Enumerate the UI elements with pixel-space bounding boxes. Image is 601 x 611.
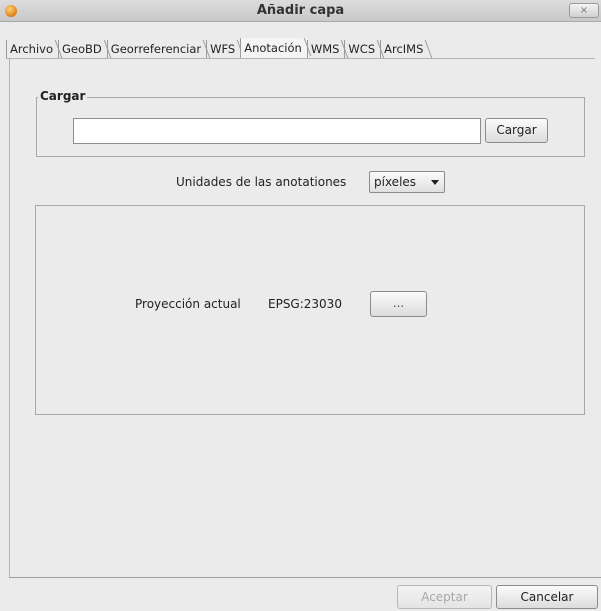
cancel-button[interactable]: Cancelar bbox=[496, 585, 598, 609]
window-title: Añadir capa bbox=[256, 3, 345, 18]
projection-value: EPSG:23030 bbox=[268, 297, 342, 311]
tab-arcims[interactable]: ArcIMS bbox=[380, 40, 428, 58]
tab-archivo[interactable]: Archivo bbox=[6, 40, 58, 58]
choose-projection-button[interactable]: ... bbox=[370, 291, 427, 317]
tab-geobd[interactable]: GeoBD bbox=[58, 40, 107, 58]
panel-border bbox=[9, 59, 10, 577]
tab-wms[interactable]: WMS bbox=[306, 40, 345, 58]
load-group-legend: Cargar bbox=[38, 89, 88, 103]
accept-button[interactable]: Aceptar bbox=[397, 585, 492, 609]
close-icon: × bbox=[579, 5, 589, 16]
units-select[interactable]: píxeles bbox=[369, 171, 445, 193]
units-selected-value: píxeles bbox=[374, 175, 417, 189]
units-label: Unidades de las anotationes bbox=[176, 175, 347, 189]
tab-georreferenciar[interactable]: Georreferenciar bbox=[106, 40, 206, 58]
tab-wcs[interactable]: WCS bbox=[344, 40, 380, 58]
footer-divider bbox=[9, 577, 601, 578]
tab-anotacion[interactable]: Anotación bbox=[240, 38, 307, 58]
load-button[interactable]: Cargar bbox=[485, 118, 548, 143]
projection-label: Proyección actual bbox=[135, 297, 241, 311]
tab-divider bbox=[6, 58, 595, 59]
chevron-down-icon bbox=[431, 180, 439, 185]
close-button[interactable]: × bbox=[569, 3, 599, 18]
tab-bar: Archivo GeoBD Georreferenciar WFS Anotac… bbox=[6, 38, 428, 58]
title-bar: Añadir capa × bbox=[0, 0, 601, 22]
file-path-input[interactable] bbox=[73, 118, 481, 144]
tab-wfs[interactable]: WFS bbox=[206, 40, 240, 58]
add-layer-dialog: Añadir capa × Archivo GeoBD Georreferenc… bbox=[0, 0, 601, 611]
